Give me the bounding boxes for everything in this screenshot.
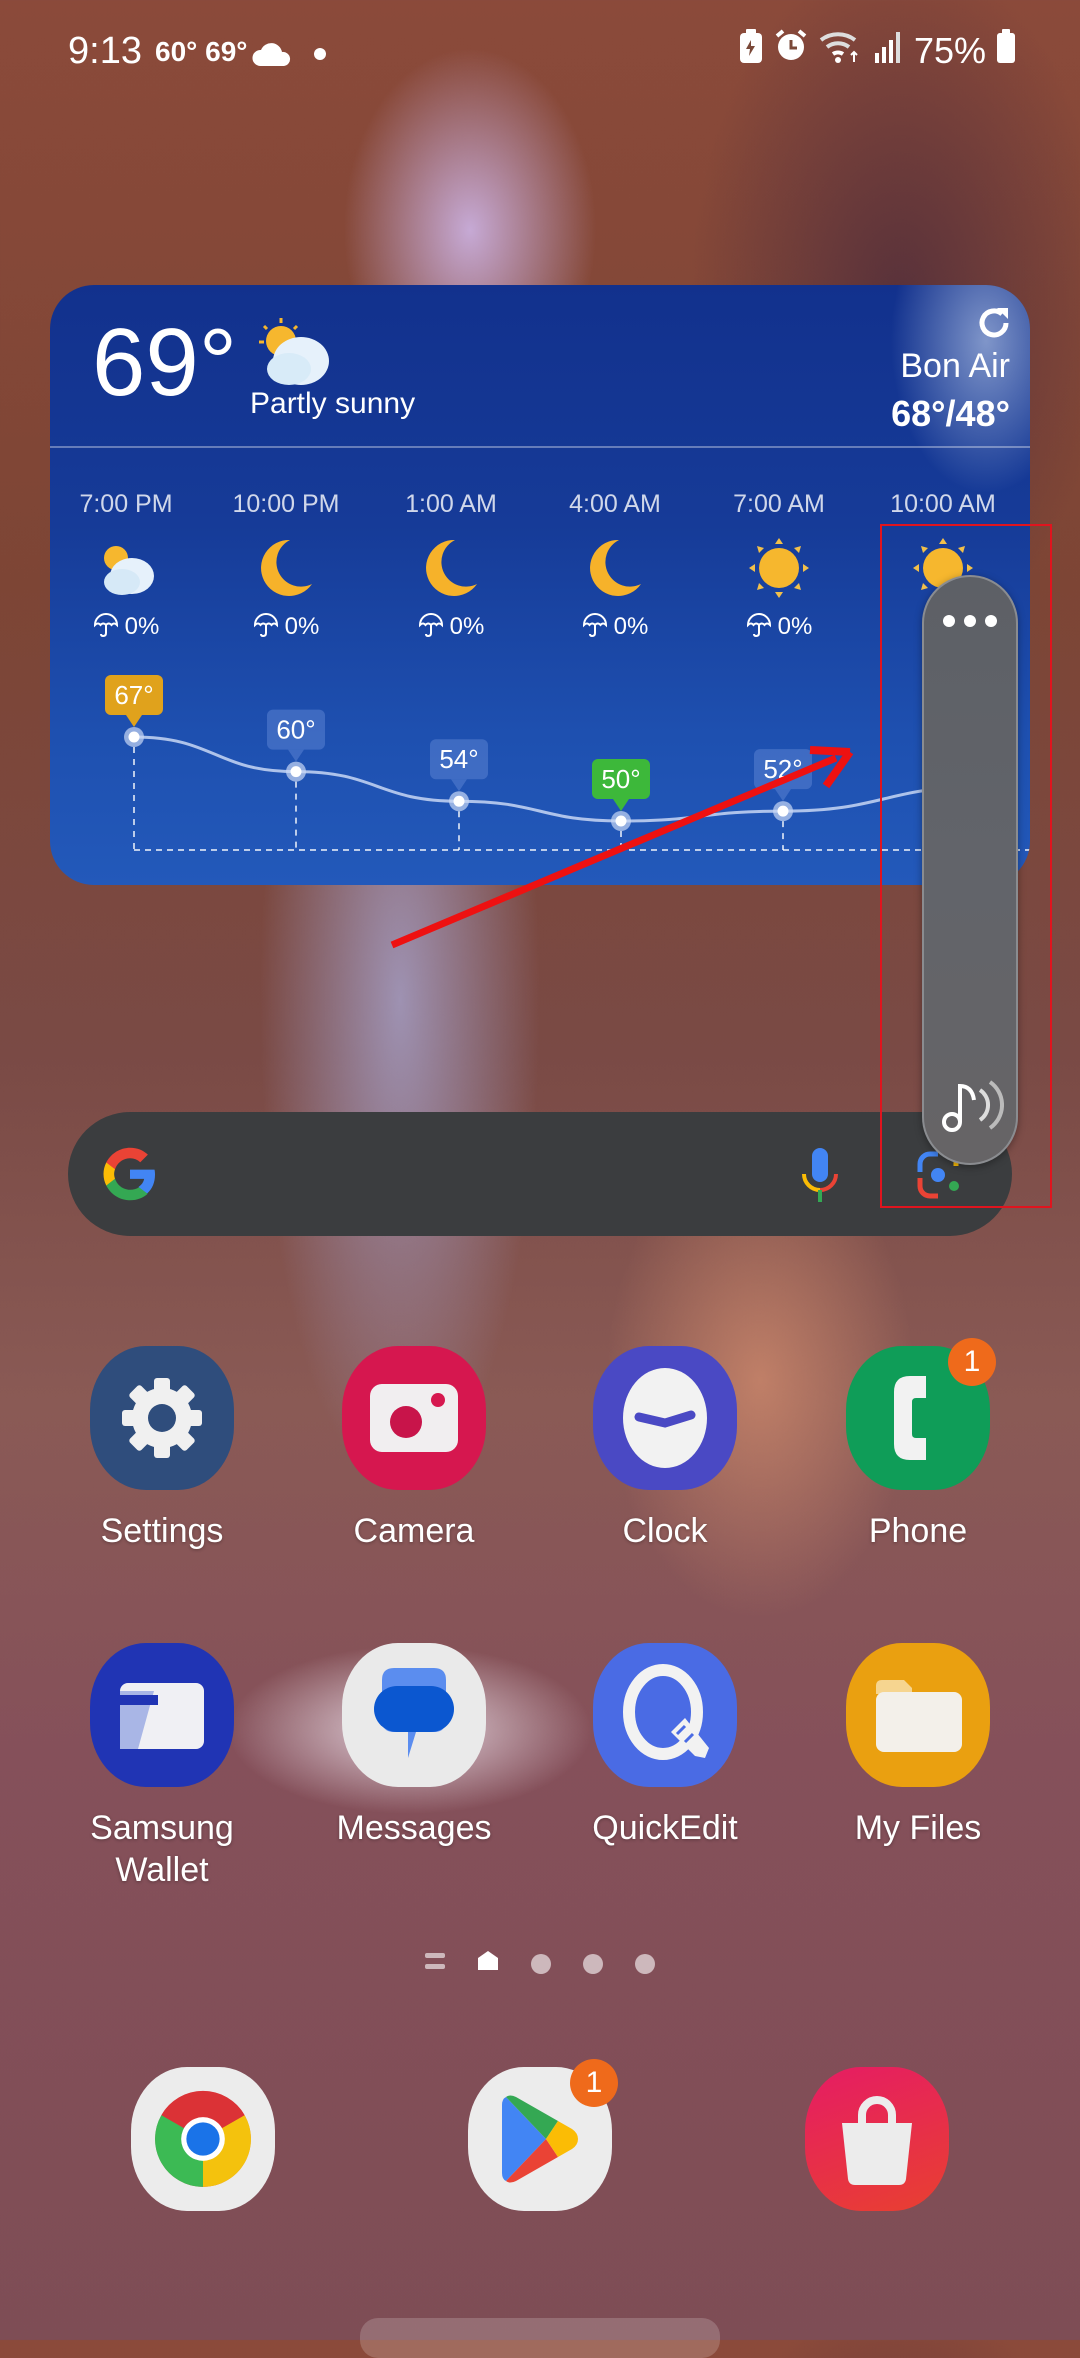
app-label: Samsung Wallet bbox=[77, 1807, 247, 1891]
chrome-icon bbox=[131, 2067, 275, 2211]
app-clock[interactable]: Clock bbox=[580, 1346, 750, 1552]
app-settings[interactable]: Settings bbox=[77, 1346, 247, 1552]
wallet-icon bbox=[90, 1643, 234, 1787]
dock-galaxy-store[interactable] bbox=[792, 2067, 962, 2211]
temp-point bbox=[777, 805, 789, 817]
status-bar: 9:13 60° 69° 75% bbox=[0, 28, 1080, 78]
page-dot[interactable] bbox=[531, 1953, 551, 1974]
temp-label: 60° bbox=[276, 715, 315, 745]
phone-icon: 1 bbox=[846, 1338, 996, 1490]
status-temps: 60° 69° bbox=[155, 36, 248, 67]
google-g-icon bbox=[100, 1144, 160, 1209]
app-label: Camera bbox=[353, 1512, 475, 1550]
app-label: Phone bbox=[868, 1512, 968, 1550]
temp-point bbox=[615, 815, 627, 827]
app-quickedit[interactable]: QuickEdit bbox=[580, 1643, 750, 1849]
dock-chrome[interactable] bbox=[118, 2067, 288, 2211]
app-label: QuickEdit bbox=[592, 1809, 738, 1847]
floating-edge-panel[interactable] bbox=[922, 575, 1018, 1165]
temp-tag: 67° bbox=[105, 675, 163, 727]
temp-label: 67° bbox=[114, 680, 153, 710]
microphone-icon[interactable] bbox=[798, 1146, 842, 1211]
notification-badge: 1 bbox=[948, 1338, 996, 1386]
app-phone[interactable]: 1 Phone bbox=[833, 1338, 1003, 1552]
battery-saver-icon bbox=[738, 28, 764, 73]
cloud-icon bbox=[252, 38, 292, 77]
galaxy-store-icon bbox=[805, 2067, 949, 2211]
app-label-line1: Samsung bbox=[90, 1809, 234, 1847]
battery-icon bbox=[996, 28, 1016, 73]
signal-icon bbox=[874, 29, 904, 72]
notification-badge: 1 bbox=[570, 2059, 618, 2107]
page-dot[interactable] bbox=[583, 1953, 603, 1974]
page-indicator[interactable] bbox=[0, 1950, 1080, 1977]
app-messages[interactable]: Messages bbox=[329, 1643, 499, 1849]
temp-tag: 50° bbox=[592, 759, 650, 811]
more-dots-icon[interactable] bbox=[924, 615, 1016, 627]
google-search-bar[interactable] bbox=[68, 1112, 1012, 1236]
app-label-line2: Wallet bbox=[115, 1851, 209, 1889]
temp-label: 50° bbox=[601, 764, 640, 794]
temp-label: 52° bbox=[763, 754, 802, 784]
wifi-icon bbox=[818, 28, 864, 73]
settings-gear-icon bbox=[90, 1346, 234, 1490]
music-recognition-icon[interactable] bbox=[938, 1070, 1004, 1141]
clock-icon bbox=[593, 1346, 737, 1490]
app-samsung-wallet[interactable]: Samsung Wallet bbox=[77, 1643, 247, 1891]
home-page-icon[interactable] bbox=[477, 1950, 499, 1977]
app-label: Messages bbox=[336, 1809, 492, 1847]
temp-tag: 60° bbox=[267, 709, 325, 762]
page-dot[interactable] bbox=[635, 1953, 655, 1974]
app-camera[interactable]: Camera bbox=[329, 1346, 499, 1552]
camera-icon bbox=[342, 1346, 486, 1490]
temp-point bbox=[453, 795, 465, 807]
quickedit-icon bbox=[593, 1643, 737, 1787]
messages-icon bbox=[342, 1643, 486, 1787]
status-time: 9:13 bbox=[68, 30, 142, 72]
app-my-files[interactable]: My Files bbox=[833, 1643, 1003, 1849]
alarm-icon bbox=[774, 28, 808, 73]
notification-dot bbox=[314, 48, 326, 60]
navigation-handle[interactable] bbox=[360, 2318, 720, 2358]
folder-icon bbox=[846, 1643, 990, 1787]
battery-percent: 75% bbox=[913, 29, 986, 71]
dock-play-store[interactable]: 1 bbox=[455, 2059, 625, 2211]
temp-tag: 54° bbox=[430, 739, 488, 792]
apps-list-icon[interactable] bbox=[425, 1950, 445, 1977]
app-label: Settings bbox=[100, 1512, 224, 1550]
temp-point bbox=[290, 766, 302, 778]
temp-curve bbox=[133, 735, 987, 823]
play-store-icon: 1 bbox=[468, 2059, 618, 2211]
temp-label: 54° bbox=[439, 744, 478, 774]
temp-tag: 52° bbox=[754, 749, 812, 802]
app-label: My Files bbox=[854, 1809, 982, 1847]
temp-point bbox=[128, 731, 140, 743]
app-label: Clock bbox=[622, 1512, 708, 1550]
